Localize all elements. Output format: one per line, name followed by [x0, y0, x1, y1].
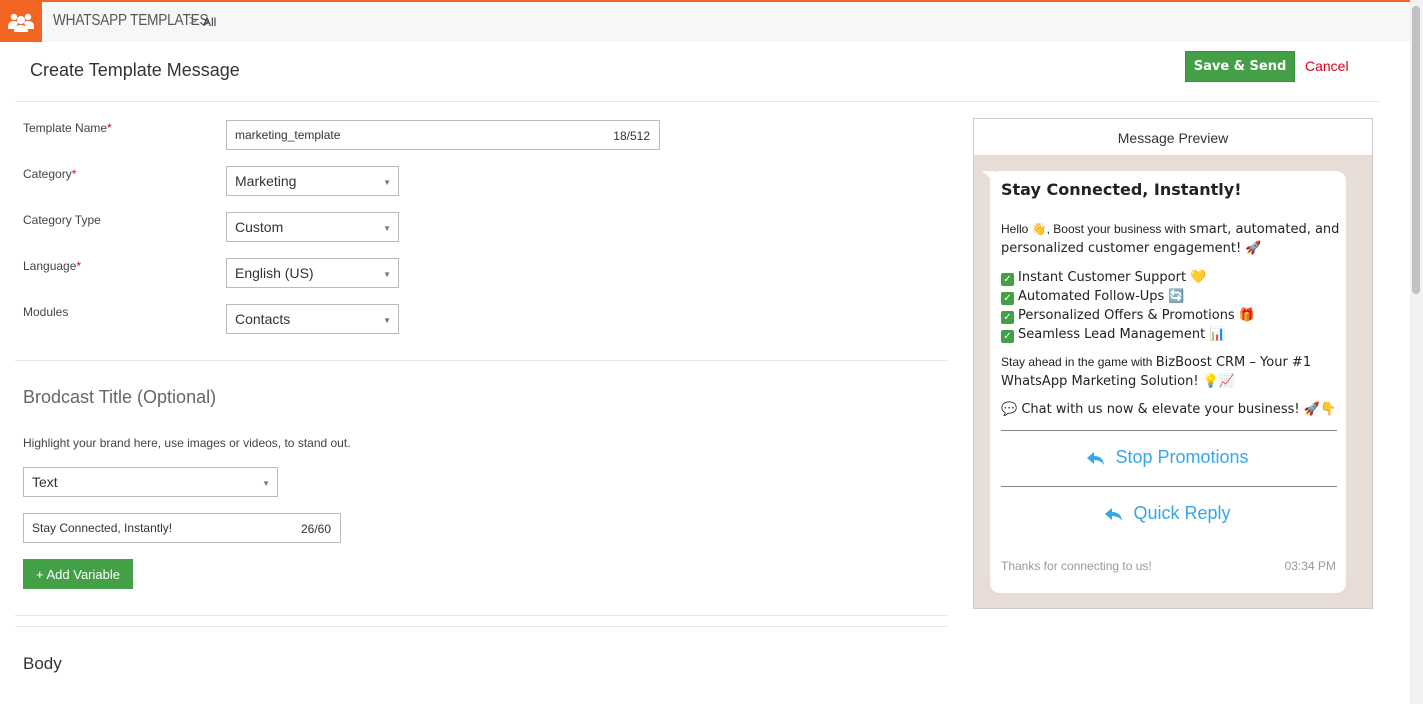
breadcrumb-section[interactable]: WHATSAPP TEMPLATES: [53, 12, 209, 30]
breadcrumb-current[interactable]: All: [203, 15, 216, 29]
reply-divider: [1001, 430, 1337, 431]
caret-down-icon: ▼: [383, 270, 391, 279]
modules-value: Contacts: [235, 311, 291, 327]
preview-footer: Thanks for connecting to us!: [1001, 559, 1152, 573]
check-box-icon: ✓: [1001, 330, 1014, 343]
category-select[interactable]: Marketing ▼: [226, 166, 399, 196]
scrollbar-thumb[interactable]: [1412, 6, 1420, 294]
message-bubble: Stay Connected, Instantly! Hello 👋, Boos…: [982, 171, 1346, 593]
language-select[interactable]: English (US) ▼: [226, 258, 399, 288]
check-box-icon: ✓: [1001, 311, 1014, 324]
list-item: ✓ Instant Customer Support 💛: [1001, 268, 1341, 287]
caret-down-icon: ▼: [383, 316, 391, 325]
check-box-icon: ✓: [1001, 292, 1014, 305]
reply-arrow-icon: [1105, 508, 1123, 521]
check-box-icon: ✓: [1001, 273, 1014, 286]
modules-label: Modules: [23, 305, 69, 319]
section-divider: [15, 615, 947, 616]
broadcast-title-counter: 26/60: [300, 522, 331, 536]
bubble-tail: [982, 171, 994, 181]
language-value: English (US): [235, 265, 314, 281]
save-and-send-button[interactable]: Save & Send: [1185, 51, 1295, 82]
template-name-value: marketing_template: [235, 128, 341, 142]
message-preview-panel: Message Preview Stay Connected, Instantl…: [973, 118, 1373, 609]
list-item: ✓ Personalized Offers & Promotions 🎁: [1001, 306, 1341, 325]
caret-down-icon: ▼: [383, 178, 391, 187]
category-type-select[interactable]: Custom ▼: [226, 212, 399, 242]
broadcast-title-heading: Brodcast Title (Optional): [23, 387, 217, 407]
broadcast-title-value: Stay Connected, Instantly!: [32, 521, 173, 535]
top-bar: WHATSAPP TEMPLATES > All: [0, 0, 1410, 42]
preview-cta: 💬 Chat with us now & elevate your busine…: [1001, 402, 1337, 417]
broadcast-type-value: Text: [32, 474, 58, 490]
breadcrumb-separator: >: [189, 12, 198, 28]
language-label: Language*: [23, 259, 82, 273]
list-item: ✓ Seamless Lead Management 📊: [1001, 325, 1341, 344]
preview-closing: Stay ahead in the game with BizBoost CRM…: [1001, 355, 1312, 389]
caret-down-icon: ▼: [262, 479, 270, 488]
template-name-counter: 18/512: [613, 129, 650, 143]
stop-promotions-button[interactable]: Stop Promotions: [990, 447, 1346, 468]
reply-arrow-icon: [1087, 452, 1105, 465]
body-heading: Body: [23, 654, 62, 673]
category-label: Category*: [23, 167, 77, 181]
page-title: Create Template Message: [30, 60, 240, 80]
caret-down-icon: ▼: [383, 224, 391, 233]
cancel-button[interactable]: Cancel: [1305, 58, 1349, 74]
category-value: Marketing: [235, 173, 297, 189]
broadcast-title-input[interactable]: Stay Connected, Instantly! 26/60: [23, 513, 341, 543]
preview-feature-list: ✓ Instant Customer Support 💛 ✓ Automated F…: [1001, 268, 1341, 344]
users-icon[interactable]: [0, 2, 42, 42]
add-variable-button[interactable]: + Add Variable: [23, 559, 133, 589]
section-divider: [15, 360, 947, 361]
category-type-label: Category Type: [23, 213, 101, 227]
page-scrollbar[interactable]: [1410, 0, 1423, 704]
quick-reply-button[interactable]: Quick Reply: [990, 503, 1346, 524]
template-name-input[interactable]: marketing_template 18/512: [226, 120, 660, 150]
list-item: ✓ Automated Follow-Ups 🔄: [1001, 287, 1341, 306]
reply-divider: [1001, 486, 1337, 487]
template-name-label: Template Name*: [23, 121, 112, 135]
broadcast-helper-text: Highlight your brand here, use images or…: [23, 436, 351, 450]
section-divider: [15, 626, 947, 627]
category-type-value: Custom: [235, 219, 284, 235]
header-divider: [15, 101, 1379, 102]
message-preview-header: Message Preview: [974, 119, 1372, 156]
preview-title: Stay Connected, Instantly!: [1001, 180, 1242, 199]
modules-select[interactable]: Contacts ▼: [226, 304, 399, 334]
preview-time: 03:34 PM: [1284, 559, 1336, 573]
broadcast-type-select[interactable]: Text ▼: [23, 467, 278, 497]
preview-intro: Hello 👋, Boost your business with smart,…: [1001, 222, 1340, 256]
